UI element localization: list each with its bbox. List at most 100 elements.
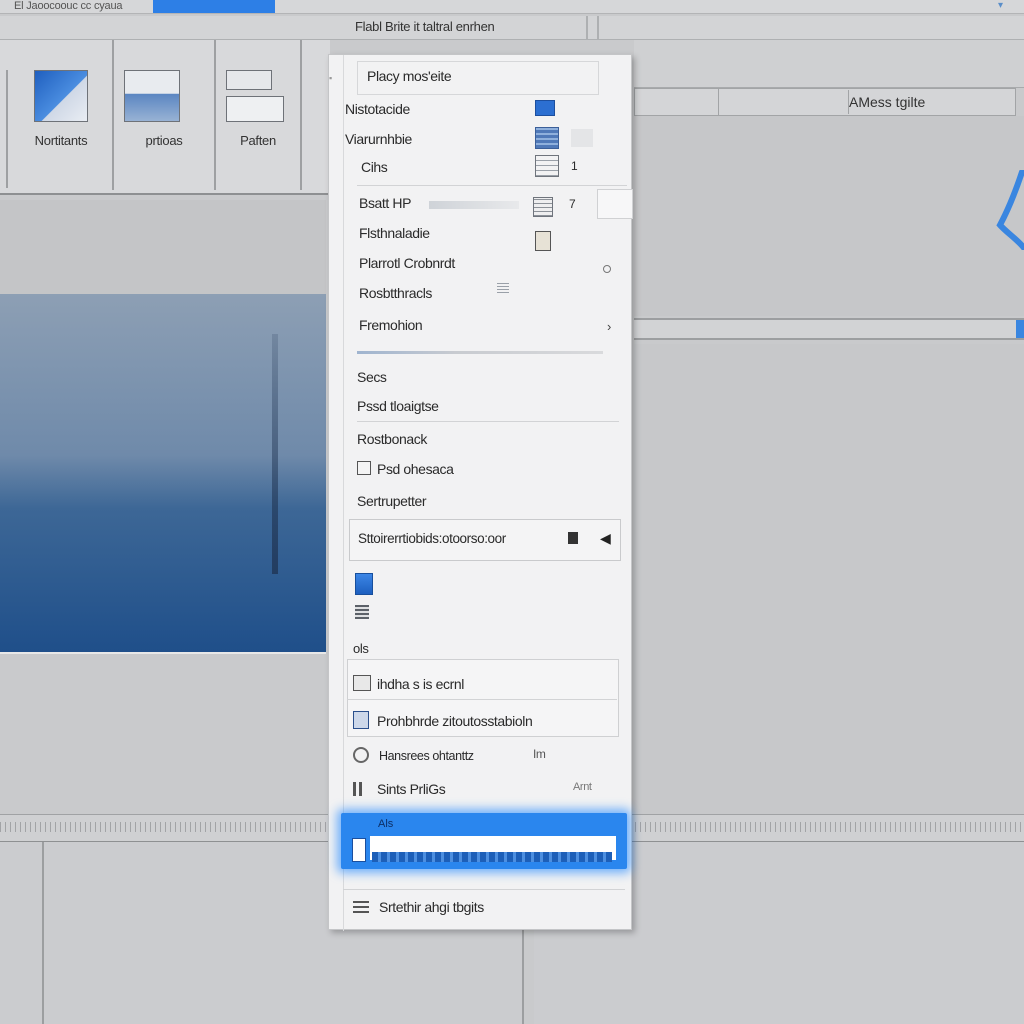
menu-item-rosbtthracls[interactable]: Rosbtthracls bbox=[359, 285, 432, 301]
menu-separator bbox=[357, 185, 627, 186]
menu-separator bbox=[357, 421, 619, 422]
menu-item-label: Pssd tloaigtse bbox=[357, 398, 439, 414]
blue-document-icon[interactable] bbox=[355, 573, 373, 595]
menu-item-shortcut: 1 bbox=[571, 159, 578, 173]
menu-item-plarrotl-crobnrdt[interactable]: Plarrotl Crobnrdt bbox=[359, 255, 455, 271]
window-control-icon[interactable]: ▾ bbox=[998, 0, 1012, 11]
mast-shape bbox=[272, 334, 278, 574]
lines-icon bbox=[497, 281, 509, 293]
menu-pin-icon: ▪ bbox=[329, 73, 333, 83]
right-lower-pane bbox=[634, 344, 1024, 814]
menu-item-label: Cihs bbox=[361, 159, 388, 175]
menu-item-label: Flsthnaladie bbox=[359, 225, 430, 241]
menu-item-cihs[interactable]: Cihs bbox=[361, 159, 388, 175]
list-doc-icon bbox=[353, 711, 369, 729]
menu-title: Placy mos'eite bbox=[367, 68, 452, 84]
bookmark-icon bbox=[568, 532, 578, 544]
menu-item-pssd-tloaigtse[interactable]: Pssd tloaigtse bbox=[357, 398, 439, 414]
menu-item-label: Fremohion bbox=[359, 317, 423, 333]
menu-item-sertrupetter[interactable]: Sertrupetter bbox=[357, 493, 427, 509]
ribbon-group-paften[interactable]: Paften bbox=[216, 40, 302, 190]
slide-canvas-image[interactable] bbox=[0, 294, 326, 652]
menu-item-label: Rosbtthracls bbox=[359, 285, 433, 301]
layout-slide-icon bbox=[124, 70, 180, 122]
blue-folder-icon bbox=[535, 100, 555, 116]
ribbon-group-nortitants[interactable]: Nortitants bbox=[10, 40, 114, 190]
doc-grid-icon bbox=[533, 197, 553, 217]
menu-item-viarurnhbie[interactable]: Viarurnhbie bbox=[345, 131, 412, 147]
side-tab-icon bbox=[597, 189, 633, 219]
edit-table-icon bbox=[353, 675, 371, 691]
submenu-label: Sttoirerrtiobids:otoorso:oor bbox=[358, 531, 506, 546]
menu-item-label: Nistotacide bbox=[345, 101, 410, 117]
menu-separator bbox=[347, 699, 617, 700]
radio-dot-icon bbox=[603, 265, 611, 273]
submenu-arrow-icon: › bbox=[607, 319, 612, 334]
column-divider bbox=[718, 88, 719, 116]
ribbon-toolbar: Nortitants prtioas Paften bbox=[0, 40, 330, 195]
menu-item-shortcut: Im bbox=[533, 747, 546, 761]
menu-item-label: Sertrupetter bbox=[357, 493, 427, 509]
canvas-header bbox=[0, 200, 326, 294]
app-title: El Jaoocoouc cc cyaua bbox=[14, 0, 123, 12]
panel-layout-icon bbox=[226, 96, 284, 122]
menu-item-prohbhrde[interactable]: Prohbhrde zitoutosstabioln bbox=[353, 711, 533, 729]
menu-item-label: Secs bbox=[357, 369, 387, 385]
ribbon-group-label: Paften bbox=[240, 133, 276, 148]
menu-item-label: Prohbhrde zitoutosstabioln bbox=[377, 713, 533, 729]
search-icon bbox=[353, 747, 369, 763]
menu-item-rostbonack[interactable]: Rostbonack bbox=[357, 431, 427, 447]
menu-item-sints[interactable]: Sints PrliGs bbox=[353, 781, 446, 797]
bottom-pane-left bbox=[0, 842, 44, 1024]
menu-separator bbox=[357, 351, 603, 354]
checkbox-icon[interactable] bbox=[357, 461, 371, 475]
highlighted-progress-text bbox=[372, 852, 612, 862]
horizontal-scrollbar[interactable] bbox=[634, 318, 1024, 340]
placeholder-icon bbox=[571, 129, 593, 147]
menu-item-label: Sints PrliGs bbox=[377, 781, 446, 797]
menu-item-fremohion[interactable]: Fremohion bbox=[359, 317, 423, 333]
menu-item-shortcut: Arnt bbox=[573, 781, 592, 793]
ribbon-group-label: prtioas bbox=[145, 133, 183, 148]
layout-picture-icon bbox=[34, 70, 88, 122]
context-menu[interactable]: ▪ Placy mos'eite Nistotacide Viarurnhbie… bbox=[328, 54, 633, 931]
document-title: Flabl Brite it taltral enrhen bbox=[355, 19, 495, 34]
table-icon bbox=[535, 155, 559, 177]
menu-item-ihdha[interactable]: ihdha s is ecrnl bbox=[353, 675, 464, 692]
title-divider bbox=[586, 16, 588, 40]
ribbon-group-prtioas[interactable]: prtioas bbox=[114, 40, 216, 190]
menu-item-label: Hansrees ohtanttz bbox=[379, 749, 474, 763]
right-toolbar-area bbox=[634, 40, 1024, 88]
ribbon-edge bbox=[0, 70, 8, 188]
scrollbar-thumb[interactable] bbox=[1016, 320, 1024, 338]
menu-item-label: Rostbonack bbox=[357, 431, 427, 447]
chart-bars-icon bbox=[353, 782, 369, 796]
right-header-button[interactable]: AMess tgilte bbox=[848, 90, 1016, 114]
title-divider bbox=[597, 16, 599, 40]
menu-item-label: Srtethir ahgi tbgits bbox=[379, 899, 484, 915]
ribbon-group-label: Nortitants bbox=[34, 133, 88, 148]
menu-item-bsatt-hp[interactable]: Bsatt HP bbox=[359, 195, 411, 211]
menu-item-secs[interactable]: Secs bbox=[357, 369, 387, 385]
active-tab-indicator[interactable] bbox=[153, 0, 275, 13]
expand-arrow-icon[interactable]: ◀ bbox=[600, 530, 611, 547]
menu-item-psd-ohesaca[interactable]: Psd ohesaca bbox=[357, 461, 454, 477]
stack-icon[interactable] bbox=[355, 605, 369, 619]
clipboard-icon bbox=[535, 231, 551, 251]
cursor-streak-icon bbox=[996, 170, 1024, 250]
menu-item-flsthnaladie[interactable]: Flsthnaladie bbox=[359, 225, 430, 241]
page-icon bbox=[352, 838, 366, 862]
grid-table-icon bbox=[535, 127, 559, 149]
menu-separator bbox=[343, 889, 625, 890]
menu-item-nistotacide[interactable]: Nistotacide bbox=[345, 101, 410, 117]
menu-item-shortcut: 7 bbox=[569, 197, 576, 211]
menu-item-label: Psd ohesaca bbox=[377, 461, 454, 477]
menu-item-hansrees[interactable]: Hansrees ohtanttz bbox=[353, 747, 474, 763]
right-panel-body bbox=[634, 116, 1024, 316]
window-layout-icon bbox=[226, 70, 272, 90]
menu-gutter bbox=[343, 55, 344, 931]
submenu-row[interactable]: Sttoirerrtiobids:otoorso:oor ◀ bbox=[349, 519, 621, 561]
highlighted-label: Als bbox=[378, 818, 394, 830]
menu-item-srtethir[interactable]: Srtethir ahgi tbgits bbox=[353, 899, 484, 915]
right-header-label: AMess tgilte bbox=[849, 94, 926, 110]
